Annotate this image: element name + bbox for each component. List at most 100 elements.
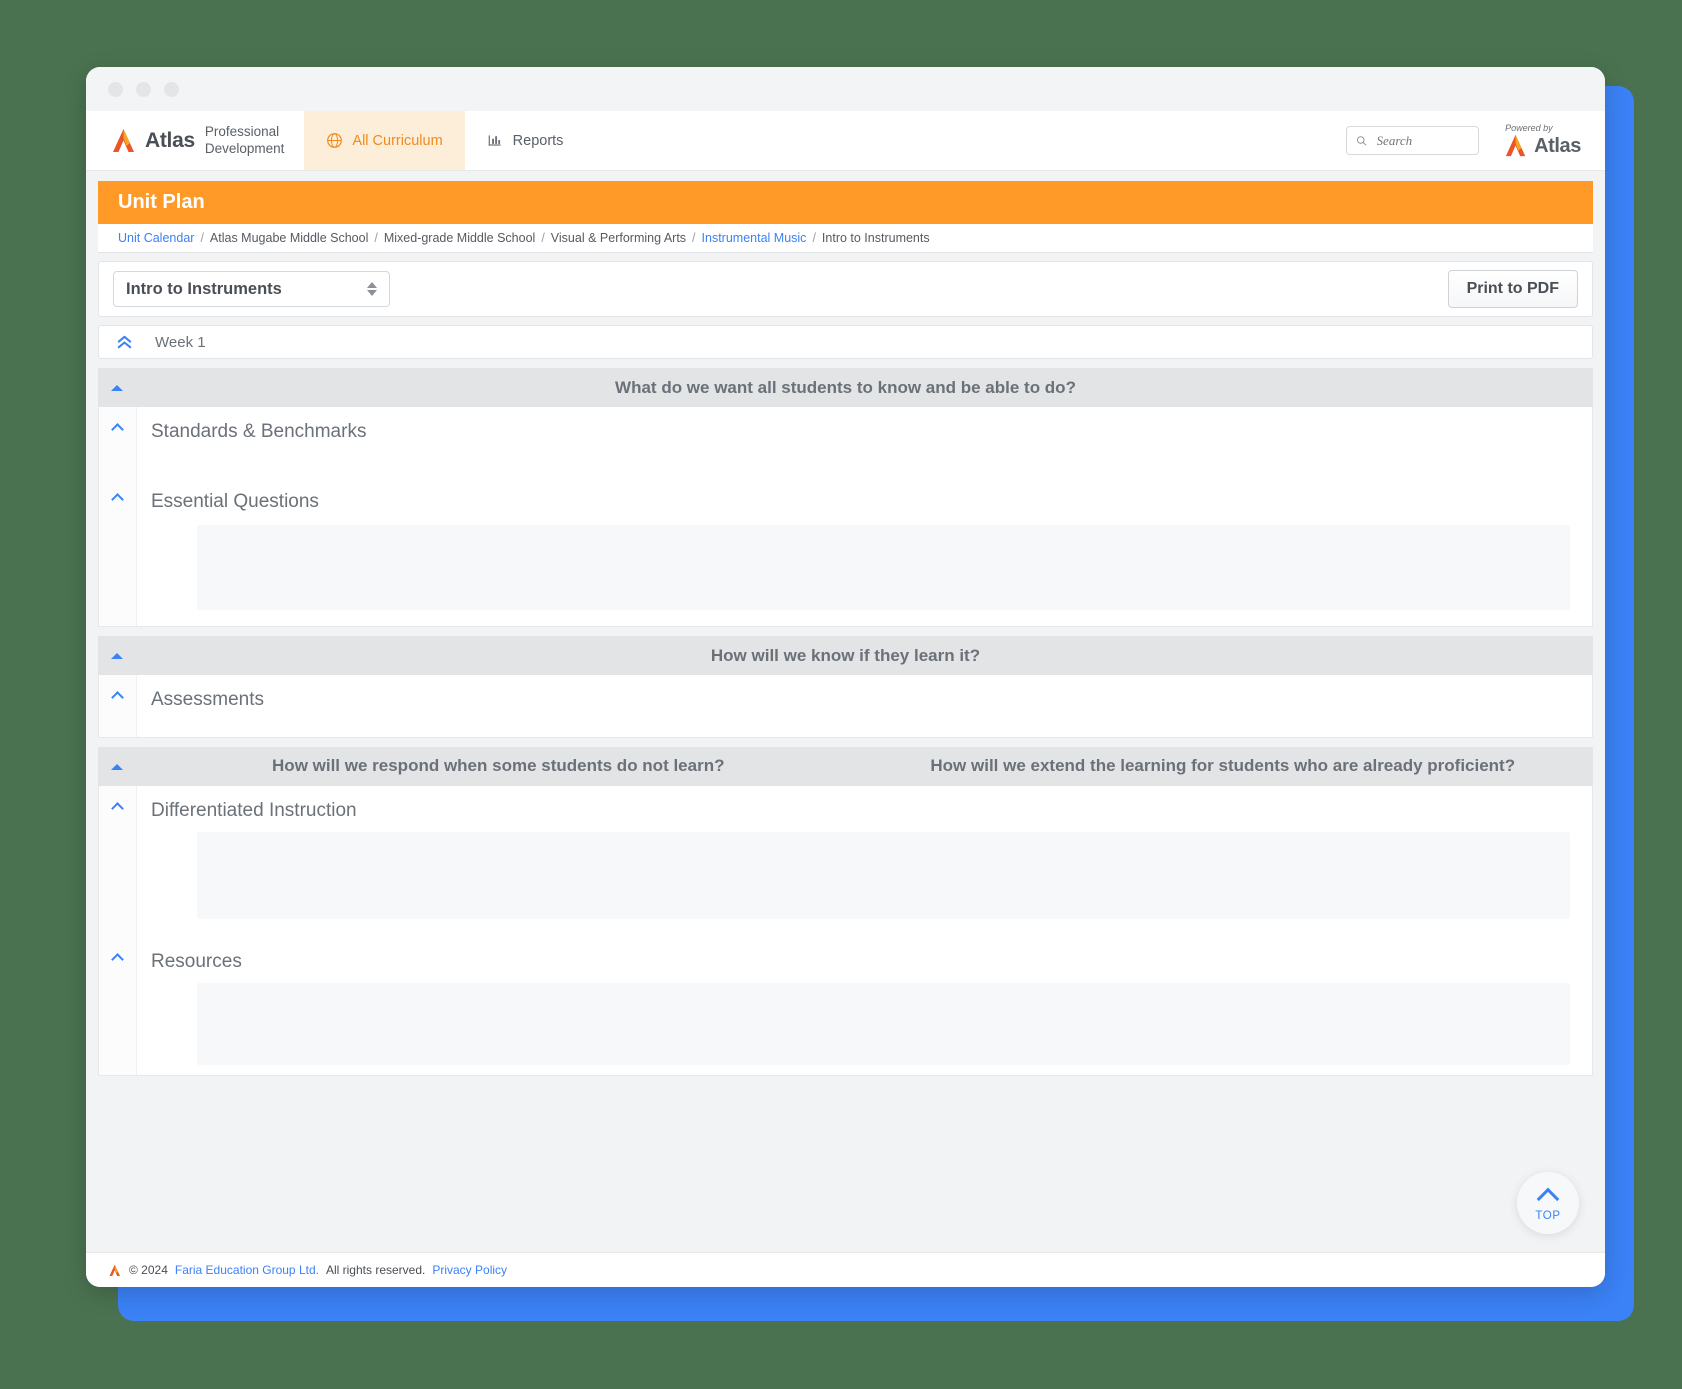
app-header: Atlas Professional Development All Curri… [86,111,1605,171]
globe-icon [327,133,343,148]
breadcrumb-separator: / [200,231,204,245]
breadcrumb-separator: / [374,231,378,245]
week-bar: Week 1 [98,325,1593,359]
field-label: Assessments [151,689,264,710]
atlas-mark-icon [109,1264,120,1276]
page-body: Unit Plan Unit Calendar / Atlas Mugabe M… [86,171,1605,1252]
chevron-up-icon[interactable] [99,937,137,1075]
section-header[interactable]: What do we want all students to know and… [98,368,1593,407]
footer-rights: All rights reserved. [325,1263,426,1277]
browser-window: Atlas Professional Development All Curri… [86,67,1605,1287]
section-title-columns: How will we respond when some students d… [136,755,1593,778]
section-title: What do we want all students to know and… [615,377,1076,397]
triangle-up-icon[interactable] [98,652,136,659]
search-input[interactable] [1376,132,1470,149]
atlas-logo-text: Atlas [145,128,195,152]
product-name-line1: Professional [204,124,280,140]
field-label: Standards & Benchmarks [151,421,367,442]
section-title-left: How will we respond when some students d… [272,756,725,776]
breadcrumb-item-2: Mixed-grade Middle School [383,231,536,245]
search-box[interactable] [1346,126,1480,155]
triangle-up-icon[interactable] [98,384,136,391]
breadcrumb-item-1: Atlas Mugabe Middle School [209,231,369,245]
breadcrumb: Unit Calendar / Atlas Mugabe Middle Scho… [98,224,1593,253]
powered-by-word: Atlas [1534,134,1581,157]
section-respond-and-extend: How will we respond when some students d… [98,747,1593,1076]
breadcrumb-item-3: Visual & Performing Arts [550,231,687,245]
content-placeholder [197,983,1570,1065]
product-name-line2: Development [204,140,285,156]
section-title-right: How will we extend the learning for stud… [930,756,1516,776]
field-label: Resources [151,951,242,972]
footer-copyright: © 2024 [129,1263,168,1277]
section-body: Differentiated Instruction Resources [98,786,1593,1076]
chevron-up-icon[interactable] [99,477,137,626]
nav-label-all-curriculum: All Curriculum [352,132,443,149]
powered-by-block: Powered by Atlas [1503,123,1581,158]
nav-label-reports: Reports [512,132,564,149]
section-how-will-we-know: How will we know if they learn it? Asses… [98,636,1593,738]
section-body: Assessments [98,675,1593,738]
page-footer: © 2024 Faria Education Group Ltd. All ri… [86,1252,1605,1287]
product-name: Professional Development [205,124,285,157]
field-content: Standards & Benchmarks [137,407,1592,477]
scroll-to-top-button[interactable]: TOP [1517,1172,1579,1234]
stepper-arrows-icon [367,282,377,296]
field-content: Resources [137,937,1592,1075]
nav-item-reports[interactable]: Reports [465,111,586,170]
breadcrumb-separator: / [812,231,816,245]
section-header[interactable]: How will we know if they learn it? [98,636,1593,675]
nav-item-all-curriculum[interactable]: All Curriculum [304,111,465,170]
brand-block[interactable]: Atlas Professional Development [86,111,304,170]
minimize-dot[interactable] [136,81,151,97]
scroll-to-top-label: TOP [1535,1210,1561,1222]
field-essential-questions: Essential Questions [99,477,1592,626]
footer-company-link[interactable]: Faria Education Group Ltd. [175,1263,319,1277]
powered-by-label: Powered by [1505,123,1553,133]
double-chevron-up-icon[interactable] [111,334,137,351]
atlas-mark-icon [1505,134,1526,157]
field-resources: Resources [99,937,1592,1075]
content-placeholder [197,832,1570,919]
atlas-mark-icon [113,128,134,152]
breadcrumb-item-5: Intro to Instruments [821,231,930,245]
section-header[interactable]: How will we respond when some students d… [98,747,1593,786]
section-know-and-do: What do we want all students to know and… [98,368,1593,627]
breadcrumb-item-0[interactable]: Unit Calendar [118,231,194,245]
powered-by-logo: Atlas [1503,134,1581,158]
section-title: How will we know if they learn it? [710,645,981,665]
chevron-up-icon[interactable] [99,407,137,477]
breadcrumb-item-4[interactable]: Instrumental Music [702,231,807,245]
unit-select-value: Intro to Instruments [126,279,282,298]
section-body: Standards & Benchmarks Essential Questio… [98,407,1593,627]
content-placeholder [197,525,1570,610]
field-label: Essential Questions [151,491,319,512]
close-dot[interactable] [108,81,123,97]
breadcrumb-separator: / [541,231,545,245]
field-standards-benchmarks: Standards & Benchmarks [99,407,1592,477]
field-assessments: Assessments [99,675,1592,737]
field-label: Differentiated Instruction [151,800,357,821]
field-differentiated-instruction: Differentiated Instruction [99,786,1592,937]
atlas-logo: Atlas [110,128,195,154]
bar-chart-icon [488,135,501,146]
week-label: Week 1 [155,333,206,351]
page-title: Unit Plan [98,181,1593,224]
search-icon [1357,135,1367,146]
chevron-up-icon [1536,1187,1560,1211]
unit-select[interactable]: Intro to Instruments [113,271,390,307]
header-spacer [585,111,1346,170]
field-content: Differentiated Instruction [137,786,1592,937]
screenshot-stage: Atlas Professional Development All Curri… [0,0,1682,1389]
chevron-up-icon[interactable] [99,675,137,737]
chevron-up-icon[interactable] [99,786,137,937]
unit-toolbar: Intro to Instruments Print to PDF [98,261,1593,317]
breadcrumb-separator: / [692,231,696,245]
print-to-pdf-button[interactable]: Print to PDF [1447,270,1578,308]
triangle-up-icon[interactable] [98,763,136,770]
field-content: Essential Questions [137,477,1592,626]
footer-privacy-policy-link[interactable]: Privacy Policy [432,1263,507,1277]
maximize-dot[interactable] [164,81,179,97]
field-content: Assessments [137,675,1592,737]
window-titlebar [86,67,1605,111]
